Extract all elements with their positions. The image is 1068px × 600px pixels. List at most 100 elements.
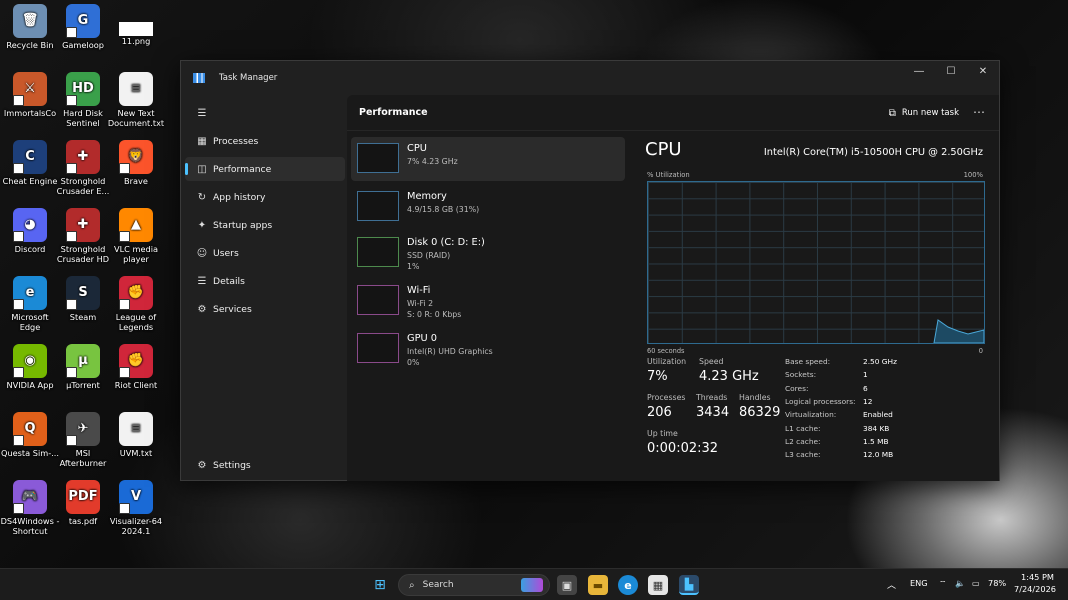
more-options-button[interactable]: ⋯ bbox=[969, 103, 989, 123]
desktop-icon[interactable]: ✊ League of Legends bbox=[106, 274, 166, 338]
device-name: Memory bbox=[407, 191, 447, 202]
spec-key: Cores: bbox=[785, 383, 809, 393]
spec-key: L1 cache: bbox=[785, 423, 821, 433]
desktop-icon[interactable]: 🎮 DS4Windows - Shortcut bbox=[0, 478, 60, 542]
run-new-task-label: Run new task bbox=[901, 108, 959, 118]
stronghold-hd-icon: ✚ bbox=[66, 208, 100, 242]
desktop-icon[interactable]: G Gameloop bbox=[53, 2, 113, 66]
clock-time[interactable]: 1:45 PM bbox=[1020, 572, 1054, 582]
questa-icon: Q bbox=[13, 412, 47, 446]
startup-apps-icon: ✦ bbox=[197, 219, 207, 231]
desktop-icon[interactable]: µ µTorrent bbox=[53, 342, 113, 406]
desktop-icon[interactable]: C Cheat Engine bbox=[0, 138, 60, 202]
desktop-icon[interactable]: ✚ Stronghold Crusader HD bbox=[53, 206, 113, 270]
sidebar-item-users[interactable]: ☺ Users bbox=[185, 241, 345, 265]
sidebar-item-performance[interactable]: ◫ Performance bbox=[185, 157, 345, 181]
volume-icon[interactable]: 🔈 bbox=[955, 578, 965, 589]
sidebar-item-settings[interactable]: ⚙ Settings bbox=[185, 453, 345, 477]
sidebar-item-app-history[interactable]: ↻ App history bbox=[185, 185, 345, 209]
device-line1: 4.9/15.8 GB (31%) bbox=[407, 205, 480, 214]
maximize-button[interactable]: ☐ bbox=[935, 61, 967, 81]
desktop: 🗑 Recycle Bin G Gameloop 11.png ⚔ ImmortalsCo H… bbox=[0, 0, 1068, 568]
minimize-button[interactable]: ― bbox=[903, 61, 935, 81]
device-item-wi-fi[interactable]: Wi-Fi Wi-Fi 2 S: 0 R: 0 Kbps bbox=[351, 279, 625, 323]
hamburger-menu-button[interactable]: ☰ bbox=[185, 101, 213, 125]
task-view-icon[interactable]: ▣ bbox=[557, 575, 577, 595]
search-box[interactable]: ⌕ Search bbox=[398, 574, 550, 596]
desktop-icon[interactable]: ◕ Discord bbox=[0, 206, 60, 270]
riot-client-icon: ✊ bbox=[119, 344, 153, 378]
close-button[interactable]: ✕ bbox=[967, 61, 999, 81]
desktop-icon[interactable]: V Visualizer-64 2024.1 bbox=[106, 478, 166, 542]
task-manager-taskbar-icon[interactable]: ▙ bbox=[679, 575, 699, 595]
desktop-icon[interactable]: ✊ Riot Client bbox=[106, 342, 166, 406]
device-name: Wi-Fi bbox=[407, 285, 431, 296]
desktop-icon[interactable]: 🗑 Recycle Bin bbox=[0, 2, 60, 66]
graph-y-max: 100% bbox=[963, 171, 983, 179]
sidebar-item-label: Startup apps bbox=[213, 219, 273, 231]
performance-icon: ◫ bbox=[197, 163, 207, 175]
sidebar-item-label: Settings bbox=[213, 459, 251, 471]
desktop-icon[interactable]: PDF tas.pdf bbox=[53, 478, 113, 542]
users-icon: ☺ bbox=[196, 247, 208, 259]
desktop-icon[interactable]: S Steam bbox=[53, 274, 113, 338]
device-item-memory[interactable]: Memory 4.9/15.8 GB (31%) bbox=[351, 185, 625, 229]
device-mini-graph bbox=[357, 143, 399, 173]
processes-label: Processes bbox=[647, 393, 686, 402]
brave-icon: 🦁 bbox=[119, 140, 153, 174]
sidebar-item-details[interactable]: ☰ Details bbox=[185, 269, 345, 293]
title-bar[interactable]: Task Manager bbox=[181, 61, 999, 95]
device-item-gpu[interactable]: GPU 0 Intel(R) UHD Graphics 0% bbox=[351, 327, 625, 371]
cpu-model: Intel(R) Core(TM) i5-10500H CPU @ 2.50GH… bbox=[763, 147, 983, 158]
steam-icon: S bbox=[66, 276, 100, 310]
msi-afterburner-icon: ✈ bbox=[66, 412, 100, 446]
desktop-icon-label: Microsoft Edge bbox=[11, 312, 49, 332]
desktop-icon[interactable]: ▲ VLC media player bbox=[106, 206, 166, 270]
desktop-icon[interactable]: ✚ Stronghold Crusader E... bbox=[53, 138, 113, 202]
desktop-icon[interactable]: Q Questa Sim-... bbox=[0, 410, 60, 474]
start-windows-icon[interactable]: ⊞ bbox=[370, 575, 390, 595]
edge-taskbar-icon[interactable]: e bbox=[618, 575, 638, 595]
desktop-icon-label: 11.png bbox=[121, 36, 151, 46]
desktop-icon[interactable]: ≡ New Text Document.txt bbox=[106, 70, 166, 134]
desktop-icon-label: Gameloop bbox=[62, 40, 104, 50]
desktop-icon[interactable]: e Microsoft Edge bbox=[0, 274, 60, 338]
device-name: GPU 0 bbox=[407, 333, 438, 344]
desktop-icon-label: Cheat Engine bbox=[2, 176, 58, 186]
pdf-icon: PDF bbox=[66, 480, 100, 514]
desktop-icon[interactable]: ⚔ ImmortalsCo bbox=[0, 70, 60, 134]
hard-disk-sentinel-icon: HD bbox=[66, 72, 100, 106]
desktop-icon-label: League of Legends bbox=[115, 312, 157, 332]
desktop-icon[interactable]: 11.png bbox=[106, 2, 166, 66]
store-icon[interactable]: ▦ bbox=[648, 575, 668, 595]
battery-icon[interactable]: ▭ bbox=[972, 578, 980, 588]
main-panel: Performance ⧉ Run new task ⋯ CPU 7% 4.23 … bbox=[347, 95, 999, 481]
sidebar-item-processes[interactable]: ▦ Processes bbox=[185, 129, 345, 153]
run-new-task-button[interactable]: ⧉ Run new task bbox=[889, 103, 959, 123]
wifi-icon[interactable]: ⌔ bbox=[939, 578, 947, 589]
task-manager-window: Task Manager ― ☐ ✕ ☰ ▦ Processes ◫ Performa… bbox=[180, 60, 1000, 481]
device-mini-graph bbox=[357, 333, 399, 363]
device-item-cpu[interactable]: CPU 7% 4.23 GHz bbox=[351, 137, 625, 181]
sidebar-item-services[interactable]: ⚙ Services bbox=[185, 297, 345, 321]
desktop-icon[interactable]: 🦁 Brave bbox=[106, 138, 166, 202]
desktop-icon[interactable]: ≡ UVM.txt bbox=[106, 410, 166, 474]
desktop-icon[interactable]: ◉ NVIDIA App bbox=[0, 342, 60, 406]
language-indicator[interactable]: ENG bbox=[910, 578, 928, 588]
sidebar-item-startup-apps[interactable]: ✦ Startup apps bbox=[185, 213, 345, 237]
file-explorer-icon[interactable]: ▬ bbox=[588, 575, 608, 595]
desktop-icon-label: tas.pdf bbox=[68, 516, 98, 526]
taskbar: ⊞ ⌕ Search ▣ ▬ e ▦ ▙ ︿ ENG ⌔ 🔈 ▭ 78% 1:4… bbox=[0, 568, 1068, 600]
clock-date[interactable]: 7/24/2026 bbox=[1014, 584, 1056, 594]
league-icon: ✊ bbox=[119, 276, 153, 310]
discord-icon: ◕ bbox=[13, 208, 47, 242]
device-item-disk[interactable]: Disk 0 (C: D: E:) SSD (RAID) 1% bbox=[351, 231, 625, 275]
tray-chevron-icon[interactable]: ︿ bbox=[887, 578, 896, 591]
sidebar-item-label: Processes bbox=[213, 135, 259, 147]
speed-value: 4.23 GHz bbox=[699, 369, 759, 384]
recycle-bin-icon: 🗑 bbox=[13, 4, 47, 38]
desktop-icon[interactable]: ✈ MSI Afterburner bbox=[53, 410, 113, 474]
desktop-icon[interactable]: HD Hard Disk Sentinel bbox=[53, 70, 113, 134]
spec-value: 2.50 GHz bbox=[863, 357, 897, 366]
graph-time-right: 0 bbox=[978, 347, 983, 355]
